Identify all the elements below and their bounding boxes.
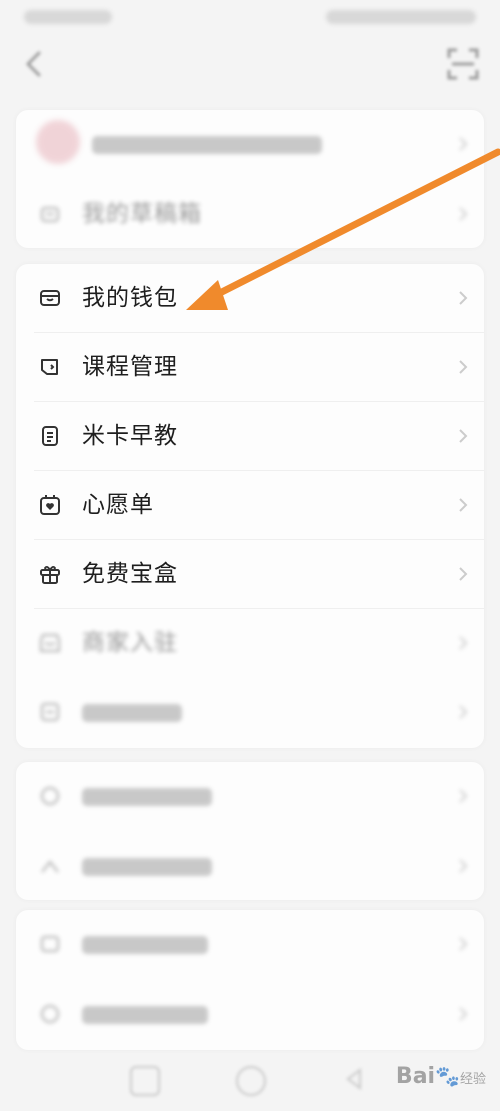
gift-box-label: 免费宝盒 — [82, 561, 178, 587]
menu-nav-icon[interactable] — [130, 1066, 160, 1096]
profile-row[interactable] — [16, 110, 484, 178]
avatar — [36, 120, 80, 164]
rate-row[interactable] — [16, 910, 484, 978]
share-row[interactable] — [16, 832, 484, 900]
early-edu-label: 米卡早教 — [82, 423, 178, 449]
rate-icon — [38, 932, 62, 956]
wishlist-label: 心愿单 — [82, 492, 154, 518]
rate-label — [82, 910, 208, 978]
baidu-watermark: Bai🐾经验 — [395, 1064, 486, 1089]
ads-label — [82, 678, 182, 746]
status-bar — [0, 0, 500, 36]
menu-card: 我的钱包 课程管理 米卡早教 心愿单 免费宝盒 商家入驻 — [16, 264, 484, 748]
back-nav-icon[interactable] — [342, 1066, 368, 1092]
chevron-right-icon — [458, 704, 468, 720]
notify-row[interactable] — [16, 980, 484, 1048]
heart-calendar-icon — [38, 493, 62, 517]
chevron-right-icon — [458, 359, 468, 375]
profile-name — [92, 110, 322, 178]
wallet-label: 我的钱包 — [82, 285, 178, 311]
profile-card: 我的草稿箱 — [16, 110, 484, 248]
settings-card — [16, 910, 484, 1050]
menu-item-early-edu[interactable]: 米卡早教 — [16, 402, 484, 470]
chevron-right-icon — [458, 635, 468, 651]
drafts-row[interactable]: 我的草稿箱 — [16, 180, 484, 248]
book-icon — [38, 355, 62, 379]
chevron-right-icon — [458, 858, 468, 874]
ads-icon — [38, 700, 62, 724]
help-icon — [38, 784, 62, 808]
chevron-right-icon — [458, 936, 468, 952]
courses-label: 课程管理 — [82, 354, 178, 380]
menu-item-ads[interactable] — [16, 678, 484, 746]
back-arrow-icon[interactable] — [20, 48, 50, 80]
help-card — [16, 762, 484, 900]
chevron-right-icon — [458, 290, 468, 306]
notes-icon — [38, 424, 62, 448]
menu-item-wallet[interactable]: 我的钱包 — [16, 264, 484, 332]
chevron-right-icon — [458, 136, 468, 152]
scan-icon[interactable] — [446, 47, 480, 81]
gift-icon — [38, 562, 62, 586]
menu-item-wishlist[interactable]: 心愿单 — [16, 471, 484, 539]
wallet-icon — [38, 286, 62, 310]
chevron-right-icon — [458, 428, 468, 444]
status-time — [24, 10, 112, 24]
notify-label — [82, 980, 208, 1048]
share-label — [82, 832, 212, 900]
menu-item-courses[interactable]: 课程管理 — [16, 333, 484, 401]
drafts-icon — [38, 202, 62, 226]
chevron-right-icon — [458, 206, 468, 222]
chevron-right-icon — [458, 788, 468, 804]
merchant-label: 商家入驻 — [82, 630, 178, 656]
notification-icon — [38, 1002, 62, 1026]
menu-item-gift-box[interactable]: 免费宝盒 — [16, 540, 484, 608]
help-label — [82, 762, 212, 830]
home-nav-icon[interactable] — [236, 1066, 266, 1096]
drafts-label: 我的草稿箱 — [82, 201, 202, 227]
menu-item-merchant[interactable]: 商家入驻 — [16, 609, 484, 677]
chevron-right-icon — [458, 497, 468, 513]
shop-icon — [38, 631, 62, 655]
share-icon — [38, 854, 62, 878]
chevron-right-icon — [458, 566, 468, 582]
help-row[interactable] — [16, 762, 484, 830]
chevron-right-icon — [458, 1006, 468, 1022]
status-icons — [326, 10, 476, 24]
top-bar — [0, 36, 500, 92]
